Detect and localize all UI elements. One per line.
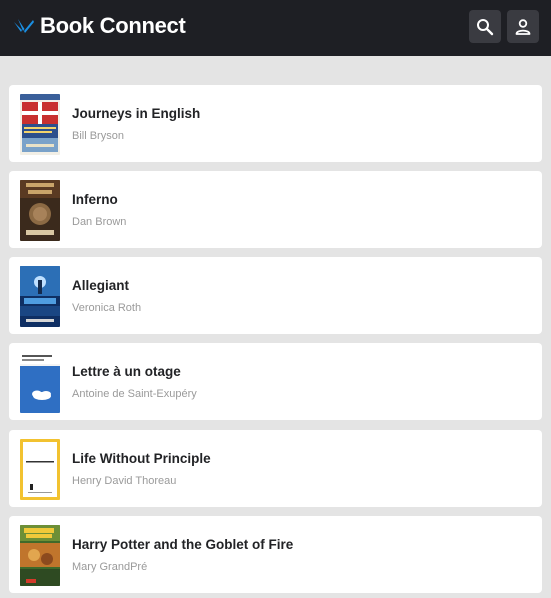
book-connect-logo-icon	[14, 19, 34, 33]
book-title: Life Without Principle	[72, 451, 211, 466]
book-item[interactable]: Harry Potter and the Goblet of Fire Mary…	[9, 516, 542, 593]
app-title: Book Connect	[40, 13, 186, 38]
book-item[interactable]: Journeys in English Bill Bryson	[9, 85, 542, 162]
book-title: Harry Potter and the Goblet of Fire	[72, 537, 294, 552]
book-author: Antoine de Saint-Exupéry	[72, 388, 197, 400]
book-title: Lettre à un otage	[72, 364, 181, 379]
book-cover	[20, 180, 60, 241]
book-cover	[20, 439, 60, 500]
user-icon	[515, 18, 531, 35]
book-author: Bill Bryson	[72, 130, 124, 142]
book-item[interactable]: Life Without Principle Henry David Thore…	[9, 430, 542, 507]
search-button[interactable]	[469, 10, 501, 43]
book-title: Journeys in English	[72, 106, 201, 121]
profile-button[interactable]	[507, 10, 539, 43]
book-cover	[20, 266, 60, 327]
book-author: Dan Brown	[72, 216, 127, 228]
book-cover	[20, 94, 60, 155]
book-item[interactable]: Allegiant Veronica Roth	[9, 257, 542, 334]
book-title: Allegiant	[72, 278, 130, 293]
book-cover	[20, 525, 60, 586]
book-cover	[20, 352, 60, 413]
search-icon	[477, 18, 494, 35]
book-title: Inferno	[72, 192, 118, 207]
book-author: Henry David Thoreau	[72, 475, 177, 487]
book-author: Mary GrandPré	[72, 561, 148, 573]
book-author: Veronica Roth	[72, 302, 142, 314]
book-item[interactable]: Inferno Dan Brown	[9, 171, 542, 248]
book-item[interactable]: Lettre à un otage Antoine de Saint-Exupé…	[9, 343, 542, 420]
app-header: Book Connect	[0, 0, 551, 56]
